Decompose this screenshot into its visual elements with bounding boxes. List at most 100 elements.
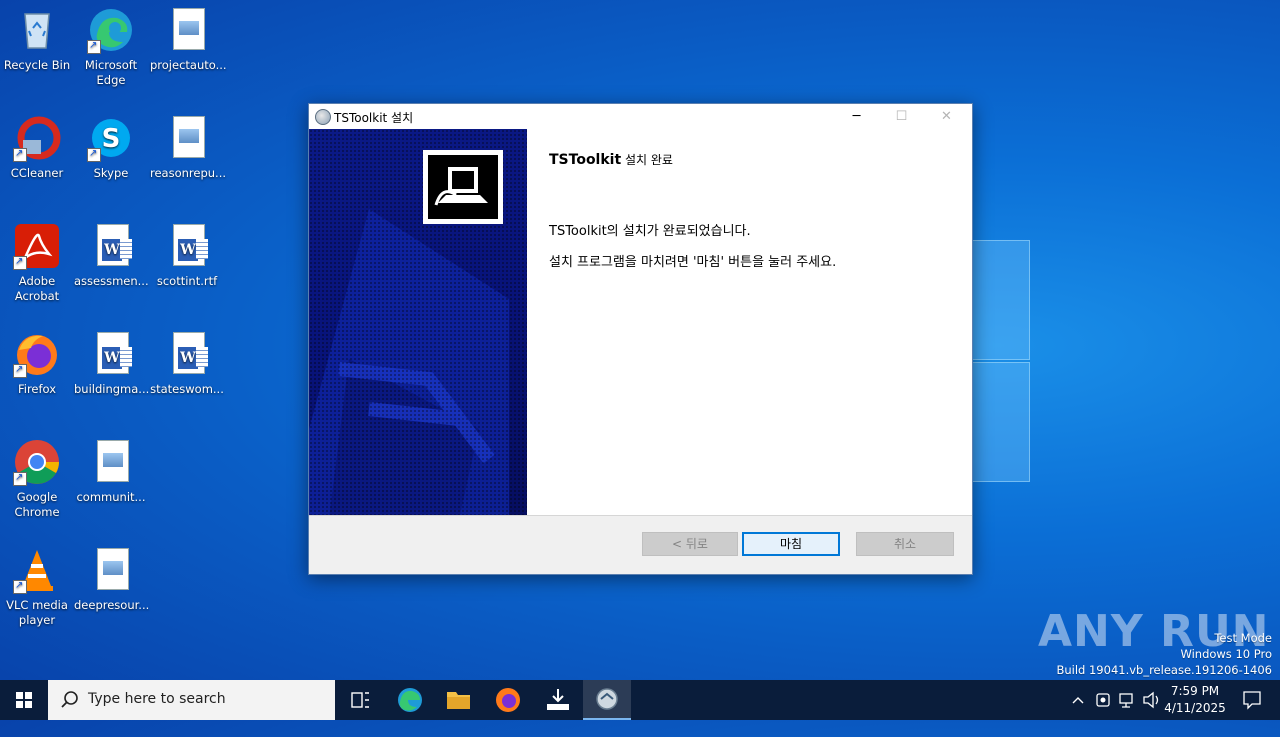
desktop-icon-ccleaner[interactable]: CCleaner — [0, 110, 74, 181]
desktop-icon-label: Google Chrome — [14, 490, 60, 519]
desktop-icon-label: deepresour... — [74, 598, 150, 612]
word-document-icon: W — [87, 222, 135, 270]
clock-time: 7:59 PM — [1170, 684, 1220, 698]
desktop-icon-deepresource-image[interactable]: deepresour... — [74, 542, 150, 613]
back-button: < 뒤로 — [642, 532, 738, 556]
taskbar-clock[interactable]: 7:59 PM 4/11/2025 — [1160, 683, 1230, 717]
shortcut-arrow-icon — [13, 362, 27, 378]
firefox-icon — [13, 330, 61, 378]
desktop-icon-label: Skype — [93, 166, 129, 180]
desktop-icon-label: stateswom... — [150, 382, 224, 396]
watermark-line: Build 19041.vb_release.191206-1406 — [1056, 663, 1272, 677]
word-document-icon: W — [87, 330, 135, 378]
desktop-icon-label: Recycle Bin — [3, 58, 71, 72]
desktop-icon-stateswom-doc[interactable]: W stateswom... — [150, 326, 224, 397]
shortcut-arrow-icon — [13, 578, 27, 594]
desktop-icon-label: CCleaner — [10, 166, 64, 180]
cancel-button: 취소 — [856, 532, 954, 556]
edge-icon — [398, 688, 422, 712]
network-button[interactable] — [1116, 680, 1138, 720]
desktop-icon-firefox[interactable]: Firefox — [0, 326, 74, 397]
image-file-icon — [87, 438, 135, 486]
taskbar-search-box[interactable]: Type here to search — [48, 680, 335, 720]
search-icon — [61, 691, 78, 708]
volume-button[interactable] — [1140, 680, 1162, 720]
task-view-icon — [351, 692, 369, 708]
start-button[interactable] — [0, 680, 48, 720]
maximize-button: ☐ — [895, 109, 908, 124]
taskbar-edge[interactable] — [386, 680, 434, 720]
device-icon — [1096, 693, 1110, 707]
installer-app-icon — [596, 688, 618, 710]
installer-computer-icon — [423, 150, 503, 224]
dialog-title: TSToolkit 설치 — [334, 111, 414, 125]
taskbar-installer[interactable] — [534, 680, 582, 720]
svg-text:S: S — [102, 124, 121, 154]
shortcut-arrow-icon — [13, 254, 27, 270]
vlc-icon — [13, 546, 61, 594]
folder-icon — [447, 692, 470, 709]
notification-icon — [1243, 691, 1261, 710]
desktop-icon-label: Firefox — [17, 382, 57, 396]
taskbar-tstoolkit-setup[interactable] — [583, 680, 631, 720]
wallpaper-pane — [972, 362, 1030, 482]
desktop-icon-label: Microsoft Edge — [84, 58, 138, 87]
image-file-icon — [163, 114, 211, 162]
speaker-icon — [1143, 691, 1159, 709]
close-button[interactable]: ✕ — [924, 104, 969, 129]
desktop-icon-label: Adobe Acrobat — [14, 274, 60, 303]
installer-banner-image — [309, 129, 527, 515]
desktop-icon-reasonrepu-image[interactable]: reasonrepu... — [150, 110, 227, 181]
desktop-icon-google-chrome[interactable]: Google Chrome — [0, 434, 74, 520]
word-document-icon: W — [163, 222, 211, 270]
word-document-icon: W — [163, 330, 211, 378]
desktop-icon-building-doc[interactable]: W buildingma... — [74, 326, 150, 397]
shortcut-arrow-icon — [13, 470, 27, 486]
desktop-icon-microsoft-edge[interactable]: Microsoft Edge — [74, 2, 148, 88]
heading-subtitle: 설치 완료 — [621, 153, 673, 167]
desktop-icon-label: VLC media player — [6, 598, 68, 627]
taskbar-firefox[interactable] — [484, 680, 532, 720]
task-view-button[interactable] — [336, 680, 384, 720]
watermark-line: Test Mode — [1214, 631, 1272, 645]
network-icon — [1119, 693, 1133, 708]
dialog-content: TSToolkit 설치 완료 TSToolkit의 설치가 완료되었습니다. … — [527, 129, 972, 515]
dialog-titlebar[interactable]: TSToolkit 설치 ─ ☐ ✕ — [309, 104, 972, 129]
desktop-icon-adobe-acrobat[interactable]: Adobe Acrobat — [0, 218, 74, 304]
shortcut-arrow-icon — [87, 38, 101, 54]
taskbar: Type here to search 7:59 PM 4/11/2025 — [0, 680, 1280, 720]
dialog-button-bar: < 뒤로 마침 취소 — [309, 515, 972, 574]
desktop-icon-community-image[interactable]: communit... — [74, 434, 148, 505]
acrobat-icon — [13, 222, 61, 270]
recycle-bin-icon — [13, 6, 61, 54]
desktop-icon-skype[interactable]: S Skype — [74, 110, 148, 181]
clock-date: 4/11/2025 — [1164, 701, 1226, 715]
desktop-icon-label: buildingma... — [74, 382, 150, 396]
installer-dialog: TSToolkit 설치 ─ ☐ ✕ TSToolkit 설치 완료 TSToo… — [308, 103, 973, 575]
desktop-icon-label: reasonrepu... — [150, 166, 227, 180]
heading-product: TSToolkit — [549, 152, 622, 168]
desktop-icon-recycle-bin[interactable]: Recycle Bin — [0, 2, 74, 73]
action-center-button[interactable] — [1232, 680, 1272, 720]
completion-message: TSToolkit의 설치가 완료되었습니다. — [549, 224, 751, 239]
desktop-icon-scottint-rtf[interactable]: W scottint.rtf — [150, 218, 224, 289]
installer-icon — [547, 689, 569, 710]
tray-device-icon-button[interactable] — [1092, 680, 1114, 720]
search-placeholder: Type here to search — [88, 691, 226, 707]
desktop-icon-label: communit... — [76, 490, 146, 504]
desktop-icon-vlc[interactable]: VLC media player — [0, 542, 74, 628]
skype-icon: S — [87, 114, 135, 162]
finish-button[interactable]: 마침 — [742, 532, 840, 556]
shortcut-arrow-icon — [87, 146, 101, 162]
firefox-icon — [496, 688, 520, 712]
watermark-line: Windows 10 Pro — [1180, 647, 1272, 661]
desktop-icon-assessment-doc[interactable]: W assessmen... — [74, 218, 149, 289]
desktop-icon-projectauto-image[interactable]: projectauto... — [150, 2, 227, 73]
edge-icon — [87, 6, 135, 54]
ccleaner-icon — [13, 114, 61, 162]
taskbar-file-explorer[interactable] — [434, 680, 482, 720]
minimize-button[interactable]: ─ — [834, 104, 879, 129]
chevron-up-icon — [1072, 697, 1084, 704]
show-hidden-icons-button[interactable] — [1068, 680, 1088, 720]
finish-instruction: 설치 프로그램을 마치려면 '마침' 버튼을 눌러 주세요. — [549, 255, 837, 270]
